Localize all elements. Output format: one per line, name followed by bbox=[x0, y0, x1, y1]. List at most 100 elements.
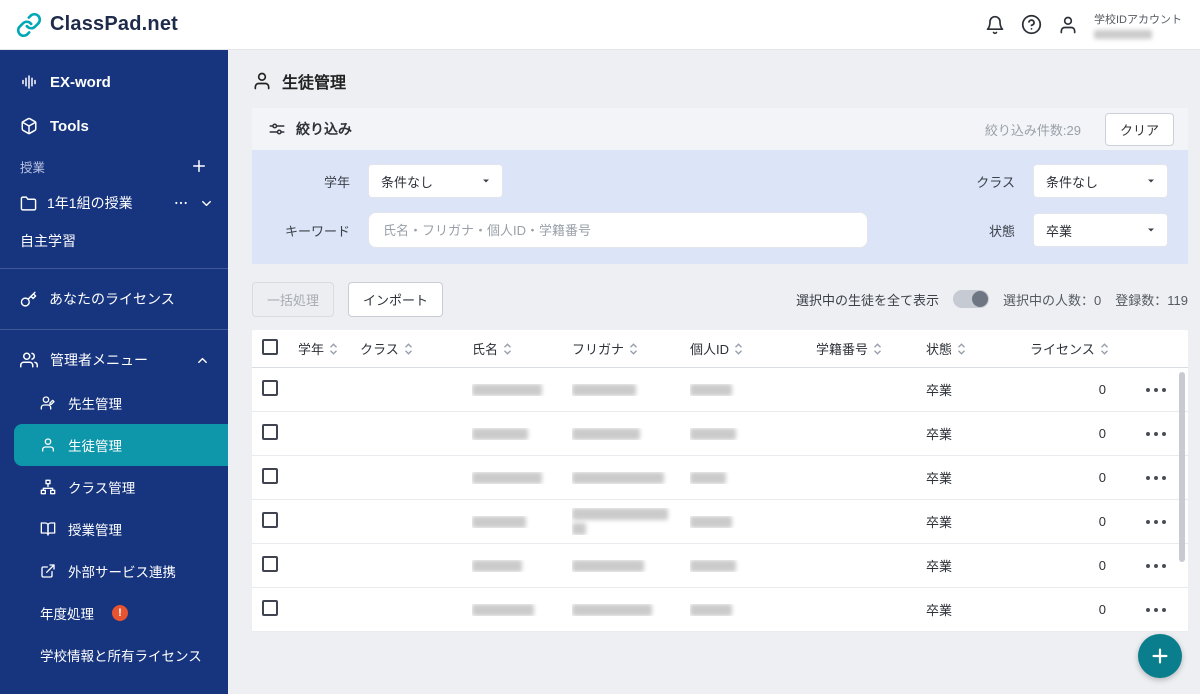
column-header-license[interactable]: ライセンス bbox=[1030, 339, 1140, 358]
lesson-chevron-down-icon[interactable] bbox=[199, 196, 214, 211]
sort-icon bbox=[874, 342, 882, 355]
sidebar-item-tools[interactable]: Tools bbox=[0, 104, 228, 148]
admin-item-label: 授業管理 bbox=[68, 523, 122, 538]
add-student-button[interactable] bbox=[1138, 634, 1182, 678]
sidebar-item-admin-menu[interactable]: 管理者メニュー bbox=[0, 338, 228, 382]
sort-icon bbox=[735, 342, 743, 355]
key-icon bbox=[20, 291, 37, 308]
row-checkbox[interactable] bbox=[262, 556, 278, 572]
name-redacted bbox=[472, 427, 528, 440]
id-redacted bbox=[690, 427, 736, 440]
sidebar-item-license[interactable]: あなたのライセンス bbox=[0, 277, 228, 321]
admin-chevron-up-icon[interactable] bbox=[195, 353, 210, 368]
table-header-row: 学年 クラス 氏名 フリガナ 個人ID 学籍番号 状態 ライセンス bbox=[252, 330, 1188, 368]
filter-result-count: 絞り込み件数:29 bbox=[984, 122, 1081, 138]
license-cell: 0 bbox=[1098, 514, 1106, 529]
name-redacted bbox=[472, 471, 542, 484]
admin-item-label: 生徒管理 bbox=[68, 439, 122, 454]
table-row[interactable]: 卒業 0 bbox=[252, 588, 1188, 632]
column-header-personal-id[interactable]: 個人ID bbox=[690, 339, 816, 358]
sidebar-item-lesson-management[interactable]: 授業管理 bbox=[0, 508, 228, 550]
license-cell: 0 bbox=[1098, 602, 1106, 617]
column-header-name[interactable]: 氏名 bbox=[472, 339, 572, 358]
sidebar-item-teacher-management[interactable]: 先生管理 bbox=[0, 382, 228, 424]
furigana-redacted bbox=[572, 559, 644, 572]
sort-icon bbox=[1100, 342, 1108, 355]
row-checkbox[interactable] bbox=[262, 424, 278, 440]
row-checkbox[interactable] bbox=[262, 512, 278, 528]
student-title-icon bbox=[252, 71, 272, 91]
status-cell: 卒業 bbox=[926, 515, 953, 530]
column-header-class[interactable]: クラス bbox=[360, 339, 472, 358]
sidebar-item-student-management[interactable]: 生徒管理 bbox=[14, 424, 228, 466]
sidebar-item-class-management[interactable]: クラス管理 bbox=[0, 466, 228, 508]
sort-icon bbox=[330, 342, 338, 355]
table-row[interactable]: 卒業 0 bbox=[252, 456, 1188, 500]
sidebar-item-school-info[interactable]: 学校情報と所有ライセンス bbox=[0, 634, 228, 676]
add-lesson-plus-icon[interactable] bbox=[190, 157, 208, 175]
column-header-student-number[interactable]: 学籍番号 bbox=[816, 339, 926, 358]
row-menu-button[interactable] bbox=[1140, 607, 1188, 612]
filter-title: 絞り込み bbox=[296, 121, 352, 137]
sort-icon bbox=[504, 342, 512, 355]
filter-sliders-icon bbox=[268, 120, 286, 138]
row-checkbox[interactable] bbox=[262, 600, 278, 616]
license-cell: 0 bbox=[1098, 558, 1106, 573]
id-redacted bbox=[690, 471, 726, 484]
sidebar-item-external-services[interactable]: 外部サービス連携 bbox=[0, 550, 228, 592]
sidebar-item-class-lesson[interactable]: 1年1組の授業 bbox=[0, 184, 228, 222]
keyword-input[interactable] bbox=[368, 212, 868, 248]
student-icon bbox=[40, 437, 56, 453]
bulk-action-button[interactable]: 一括処理 bbox=[252, 281, 335, 317]
page-title: 生徒管理 bbox=[252, 66, 1188, 96]
import-button[interactable]: インポート bbox=[348, 281, 444, 317]
status-select[interactable]: 卒業 bbox=[1033, 213, 1168, 247]
sidebar-divider bbox=[0, 329, 228, 330]
show-selected-toggle[interactable] bbox=[953, 290, 990, 308]
select-all-checkbox[interactable] bbox=[262, 339, 278, 355]
notifications-bell-icon[interactable] bbox=[985, 15, 1005, 35]
status-cell: 卒業 bbox=[926, 427, 953, 442]
sort-icon bbox=[404, 342, 412, 355]
row-checkbox[interactable] bbox=[262, 380, 278, 396]
status-select-value: 卒業 bbox=[1046, 223, 1073, 239]
column-header-grade[interactable]: 学年 bbox=[298, 339, 360, 358]
table-row[interactable]: 卒業 0 bbox=[252, 412, 1188, 456]
table-row[interactable]: 卒業 0 bbox=[252, 500, 1188, 544]
table-row[interactable]: 卒業 0 bbox=[252, 544, 1188, 588]
lesson-section-label: 授業 bbox=[20, 160, 46, 175]
account-info[interactable]: 学校IDアカウント bbox=[1094, 11, 1182, 39]
account-user-icon[interactable] bbox=[1058, 15, 1078, 35]
status-cell: 卒業 bbox=[926, 383, 953, 398]
grade-label: 学年 bbox=[323, 174, 350, 190]
table-row[interactable]: 卒業 0 bbox=[252, 368, 1188, 412]
lesson-more-icon[interactable] bbox=[173, 195, 189, 211]
column-header-furigana[interactable]: フリガナ bbox=[572, 339, 690, 358]
list-toolbar: 一括処理 インポート 選択中の生徒を全て表示 選択中の人数：0 登録数：119 bbox=[252, 281, 1188, 317]
clear-filter-button[interactable]: クリア bbox=[1104, 112, 1174, 146]
furigana-redacted bbox=[572, 471, 664, 484]
row-checkbox[interactable] bbox=[262, 468, 278, 484]
class-label: クラス bbox=[976, 174, 1015, 190]
student-table: 学年 クラス 氏名 フリガナ 個人ID 学籍番号 状態 ライセンス 卒業 0 卒… bbox=[252, 330, 1188, 632]
status-cell: 卒業 bbox=[926, 471, 953, 486]
row-menu-button[interactable] bbox=[1140, 563, 1188, 568]
table-scrollbar[interactable] bbox=[1179, 372, 1185, 562]
id-redacted bbox=[690, 603, 732, 616]
chevron-down-icon bbox=[1145, 224, 1157, 236]
furigana-redacted-2 bbox=[572, 523, 586, 535]
class-select[interactable]: 条件なし bbox=[1033, 164, 1168, 198]
admin-item-label: 外部サービス連携 bbox=[68, 565, 176, 580]
sidebar-item-exword[interactable]: EX-word bbox=[0, 60, 228, 104]
sidebar: EX-word Tools 授業 1年1組の授業 自主学習 あなたのライセンス … bbox=[0, 50, 228, 694]
grade-select[interactable]: 条件なし bbox=[368, 164, 503, 198]
sidebar-item-year-processing[interactable]: 年度処理 ! bbox=[0, 592, 228, 634]
sidebar-divider bbox=[0, 268, 228, 269]
sidebar-item-self-study[interactable]: 自主学習 bbox=[0, 222, 228, 260]
grade-select-value: 条件なし bbox=[381, 174, 434, 190]
lesson-item-label: 1年1組の授業 bbox=[47, 195, 133, 211]
account-type-label: 学校IDアカウント bbox=[1094, 13, 1182, 26]
column-header-status[interactable]: 状態 bbox=[926, 339, 1030, 358]
app-logo[interactable]: ClassPad.net bbox=[16, 12, 178, 38]
help-icon[interactable] bbox=[1021, 14, 1042, 35]
